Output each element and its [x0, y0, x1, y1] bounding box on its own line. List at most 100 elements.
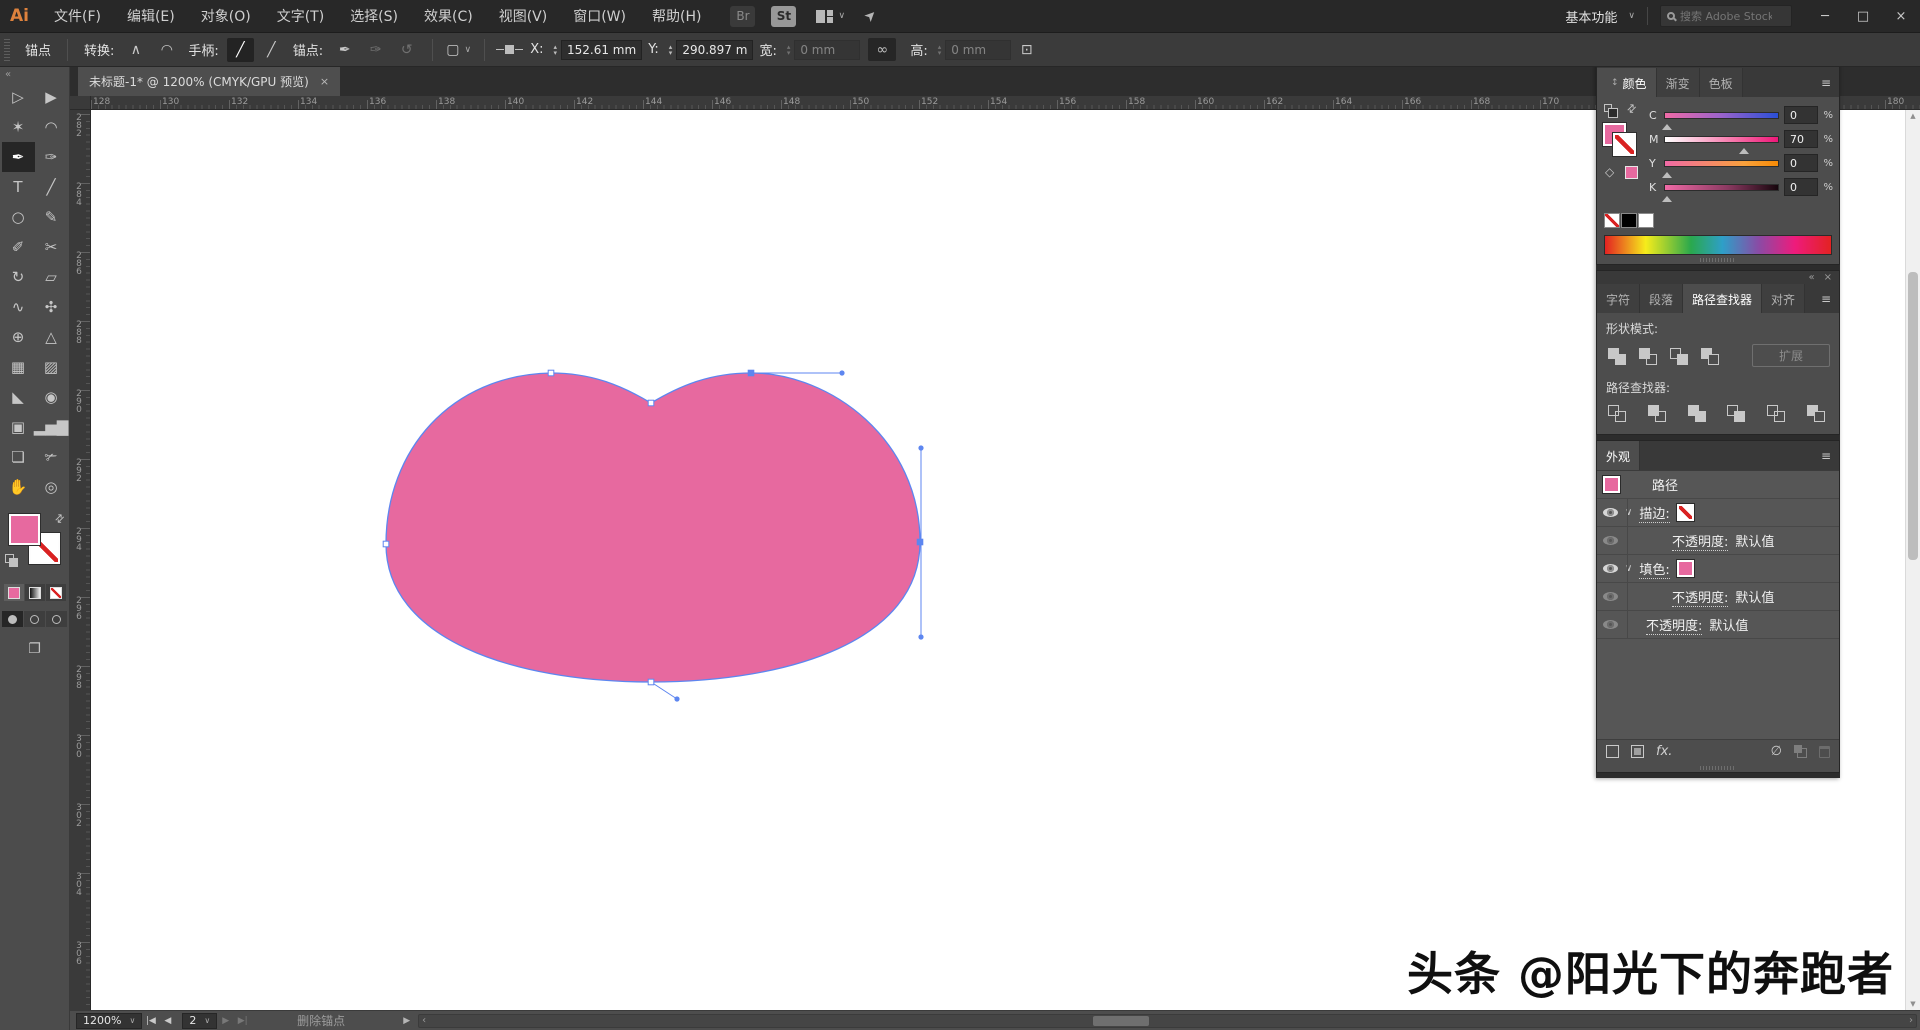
slice-tool[interactable]: ✃ — [35, 442, 68, 472]
minus-front-mode-button[interactable] — [1637, 346, 1659, 366]
symbol-sprayer-tool[interactable]: ▣ — [2, 412, 35, 442]
visibility-eye-icon[interactable] — [1603, 508, 1618, 517]
appearance-row-stroke[interactable]: ∨描边: — [1597, 499, 1839, 527]
line-segment-tool[interactable]: ╱ — [35, 172, 68, 202]
isolate-selection-button[interactable]: ▢ ∨ — [445, 38, 472, 62]
magic-wand-tool[interactable]: ✶ — [2, 112, 35, 142]
tab-路径查找器[interactable]: 路径查找器 — [1683, 284, 1762, 313]
selected-path-shape[interactable] — [386, 373, 920, 682]
add-new-stroke-button[interactable] — [1606, 745, 1619, 758]
prev-artboard-button[interactable]: ◀ — [159, 1016, 176, 1026]
cut-path-button[interactable]: ↺ — [393, 38, 420, 62]
zoom-level-field[interactable]: 1200% ∨ — [76, 1013, 142, 1029]
vertical-scrollbar[interactable]: ▲ ▼ — [1905, 110, 1920, 1010]
unite-mode-button[interactable] — [1606, 346, 1628, 366]
outline-button[interactable] — [1765, 403, 1787, 423]
perspective-grid-tool[interactable]: △ — [35, 322, 68, 352]
color-spectrum-bar[interactable] — [1604, 235, 1832, 255]
appearance-row-opacity-sub[interactable]: 不透明度:默认值 — [1597, 527, 1839, 555]
visibility-eye-icon[interactable] — [1603, 592, 1618, 601]
bezier-handle-dot[interactable] — [674, 696, 679, 701]
maximize-button[interactable]: □ — [1844, 0, 1882, 33]
document-tab[interactable]: 未标题-1* @ 1200% (CMYK/GPU 预览) × — [78, 67, 340, 96]
tab-渐变[interactable]: 渐变 — [1657, 68, 1700, 97]
appearance-row-path[interactable]: 路径 — [1597, 471, 1839, 499]
none-button[interactable] — [46, 584, 66, 601]
minimize-button[interactable]: ─ — [1806, 0, 1844, 33]
fill-swatch[interactable] — [9, 514, 40, 545]
collapse-panel-icon[interactable]: « — [1808, 273, 1814, 283]
default-fill-stroke-icon[interactable] — [5, 554, 14, 563]
type-tool[interactable]: T — [2, 172, 35, 202]
mesh-tool[interactable]: ▦ — [2, 352, 35, 382]
direct-selection-tool[interactable]: ▶ — [35, 82, 68, 112]
y-stepper[interactable]: ▴▾ — [669, 44, 673, 56]
slider-thumb[interactable] — [1662, 167, 1672, 178]
delete-item-button[interactable] — [1819, 746, 1830, 758]
scroll-right-icon[interactable]: › — [1909, 1015, 1913, 1027]
rotate-tool[interactable]: ↻ — [2, 262, 35, 292]
panel-menu-icon[interactable]: ≡ — [1813, 68, 1839, 97]
connect-anchor-button[interactable]: ✑ — [362, 38, 389, 62]
none-swatch[interactable] — [1677, 504, 1694, 521]
remove-anchor-button[interactable]: ✒ — [331, 38, 358, 62]
pink-swatch[interactable] — [1677, 560, 1694, 577]
transform-panel-icon[interactable]: ⊡ — [1013, 38, 1040, 62]
free-transform-tool[interactable]: ▱ — [35, 262, 68, 292]
first-artboard-button[interactable]: |◀ — [142, 1016, 159, 1026]
column-graph-tool[interactable]: ▂▅▇ — [35, 412, 68, 442]
hand-tool[interactable]: ✋ — [2, 472, 35, 502]
color-button[interactable] — [4, 584, 24, 601]
slider-track-k[interactable] — [1664, 184, 1779, 191]
visibility-eye-icon[interactable] — [1603, 536, 1618, 545]
menu-item[interactable]: 选择(S) — [337, 0, 411, 32]
vertical-ruler[interactable]: 2 8 22 8 42 8 62 8 82 9 02 9 22 9 42 9 6… — [70, 110, 91, 1010]
menu-item[interactable]: 对象(O) — [188, 0, 264, 32]
x-field[interactable]: 152.61 mm — [561, 40, 642, 60]
slider-value-K[interactable]: 0 — [1784, 178, 1818, 196]
workspace-switcher[interactable]: 基本功能 ∨ — [1565, 7, 1635, 26]
search-input[interactable] — [1680, 10, 1772, 23]
exclude-mode-button[interactable] — [1699, 346, 1721, 366]
artboard-number-field[interactable]: 2 ∨ — [182, 1013, 217, 1029]
hide-handles-button[interactable]: ╱ — [258, 38, 285, 62]
panel-menu-icon[interactable]: ≡ — [1813, 284, 1839, 313]
tab-段落[interactable]: 段落 — [1640, 284, 1683, 313]
gradient-button[interactable] — [25, 584, 45, 601]
gpu-performance-icon[interactable]: ➤ — [861, 6, 881, 26]
last-artboard-button[interactable]: ▶| — [234, 1016, 251, 1026]
draw-inside-button[interactable] — [46, 611, 67, 627]
draw-behind-button[interactable] — [24, 611, 45, 627]
blend-tool[interactable]: ◉ — [35, 382, 68, 412]
out-of-gamut-icon[interactable]: ◇ — [1605, 165, 1614, 179]
scroll-left-icon[interactable]: ‹ — [422, 1015, 426, 1027]
menu-item[interactable]: 帮助(H) — [639, 0, 714, 32]
convert-to-smooth-button[interactable]: ◠ — [153, 38, 180, 62]
arrange-documents-icon[interactable] — [816, 10, 833, 23]
next-artboard-button[interactable]: ▶ — [217, 1016, 234, 1026]
menu-item[interactable]: 窗口(W) — [560, 0, 639, 32]
crop-button[interactable] — [1725, 403, 1747, 423]
panel-resize-grip[interactable] — [1597, 255, 1839, 264]
bezier-handle-dot[interactable] — [918, 445, 923, 450]
chevron-down-icon[interactable]: ∨ — [838, 11, 845, 21]
constrain-proportions-icon[interactable]: ∞ — [868, 38, 896, 61]
menu-item[interactable]: 编辑(E) — [114, 0, 188, 32]
panel-stroke-swatch[interactable] — [1613, 133, 1636, 156]
appearance-row-opacity[interactable]: 不透明度:默认值 — [1597, 611, 1839, 639]
appearance-label[interactable]: 描边: — [1639, 503, 1669, 523]
slider-track-c[interactable] — [1664, 112, 1779, 119]
appearance-row-fill[interactable]: ∨填色: — [1597, 555, 1839, 583]
toolbar-collapse-icon[interactable]: « — [0, 67, 16, 80]
selection-tool[interactable]: ▷ — [2, 82, 35, 112]
menu-item[interactable]: 视图(V) — [486, 0, 561, 32]
add-effect-button[interactable]: fx. — [1656, 744, 1672, 759]
panel-resize-grip[interactable] — [1597, 763, 1839, 772]
bezier-handle-dot[interactable] — [839, 370, 844, 375]
tab-appearance[interactable]: 外观 — [1597, 441, 1640, 470]
scroll-up-icon[interactable]: ▲ — [1906, 112, 1920, 120]
reference-point-icon[interactable] — [505, 45, 514, 54]
bezier-handle-dot[interactable] — [918, 634, 923, 639]
tab-字符[interactable]: 字符 — [1597, 284, 1640, 313]
draw-normal-button[interactable] — [2, 611, 23, 627]
